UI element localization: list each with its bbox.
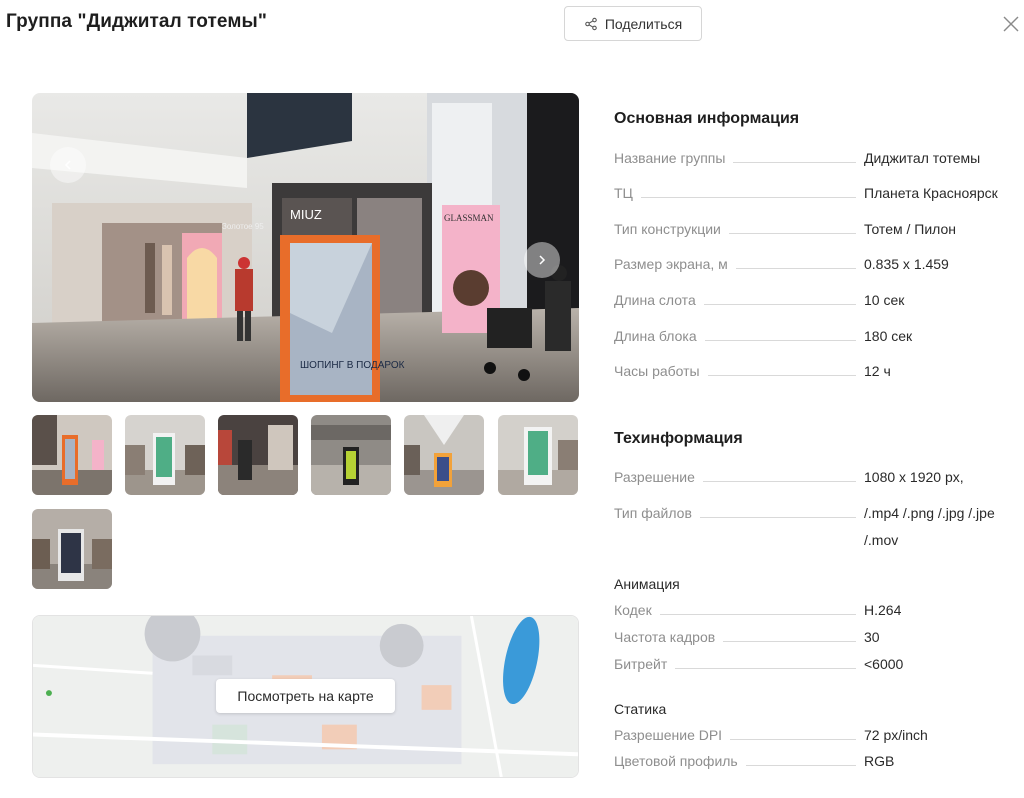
info-value: 72 px/inch [864,727,928,743]
info-label: Частота кадров [614,629,724,645]
info-value: RGB [864,753,895,769]
thumbnail-image [498,415,578,495]
info-row-mall: ТЦ Планета Красноярск [614,185,1024,205]
row-divider [614,197,856,198]
info-row-construction: Тип конструкции Тотем / Пилон [614,221,1024,241]
static-title: Статика [614,701,667,717]
thumbnail-3[interactable] [218,415,298,495]
thumbnail-7[interactable] [32,509,112,589]
thumbnail-1[interactable] [32,415,112,495]
glassman-sign: GLASSMAN [444,213,494,223]
info-label: Название группы [614,150,734,166]
info-value: 10 сек [864,292,905,308]
info-row-bitrate: Битрейт <6000 [614,656,1024,676]
info-label: Цветовой профиль [614,753,746,769]
info-value-continued: /.mov [864,532,899,548]
basic-info-title: Основная информация [614,110,800,127]
thumbnail-5[interactable] [404,415,484,495]
info-label: ТЦ [614,185,641,201]
chevron-left-icon [64,160,71,170]
info-value: Диджитал тотемы [864,150,981,166]
group-details-page: Группа "Диджитал тотемы" Поделиться ШОПИ… [0,0,1024,798]
thumbnail-image [32,509,112,589]
info-row-color-profile: Цветовой профиль RGB [614,753,1024,773]
info-value: <6000 [864,656,904,672]
info-label: Битрейт [614,656,676,672]
info-row-framerate: Частота кадров 30 [614,629,1024,649]
store-sign-gold: Золотое 95 [222,222,264,231]
info-label: Тип конструкции [614,221,729,237]
thumbnail-image [404,415,484,495]
totem-promo-text: ШОПИНГ В ПОДАРОК [300,360,405,371]
info-value: 12 ч [864,363,891,379]
tech-info-title: Техинформация [614,430,743,447]
thumbnail-image [125,415,205,495]
info-row-slot-length: Длина слота 10 сек [614,292,1024,312]
view-on-map-button[interactable]: Посмотреть на карте [216,679,395,713]
info-row-codec: Кодек H.264 [614,602,1024,622]
info-row-working-hours: Часы работы 12 ч [614,363,1024,383]
thumbnail-image [218,415,298,495]
info-value: 180 сек [864,328,913,344]
store-sign-miuz: MIUZ [290,207,322,222]
info-value: Тотем / Пилон [864,221,956,237]
thumbnail-image [32,415,112,495]
info-value: 1080 x 1920 px, [864,469,964,485]
mall-interior-photo: ШОПИНГ В ПОДАРОК GLASSMAN Золотое 95 MIU… [32,93,579,402]
info-panel: Основная информация Название группы Дидж… [614,0,1024,798]
info-label: Разрешение DPI [614,727,731,743]
info-value: Планета Красноярск [864,185,998,201]
page-title: Группа "Диджитал тотемы" [6,11,267,32]
info-row-block-length: Длина блока 180 сек [614,328,1024,348]
info-row-resolution: Разрешение 1080 x 1920 px, [614,469,1024,489]
info-label: Длина блока [614,328,705,344]
thumbnail-image [311,415,391,495]
info-label: Кодек [614,602,660,618]
animation-title: Анимация [614,576,680,592]
photo-next-button[interactable] [524,242,560,278]
info-row-screen-size: Размер экрана, м 0.835 x 1.459 [614,256,1024,276]
info-value: /.mp4 /.png /.jpg /.jpe [864,505,995,521]
photo-prev-button[interactable] [50,147,86,183]
chevron-right-icon [539,255,546,265]
info-row-file-types: Тип файлов /.mp4 /.png /.jpg /.jpe /.mov [614,505,1024,553]
info-label: Размер экрана, м [614,256,736,272]
info-label: Тип файлов [614,505,700,521]
main-photo: ШОПИНГ В ПОДАРОК GLASSMAN Золотое 95 MIU… [32,93,579,402]
thumbnail-6[interactable] [498,415,578,495]
thumbnail-2[interactable] [125,415,205,495]
info-value: H.264 [864,602,902,618]
thumbnail-4[interactable] [311,415,391,495]
info-row-group-name: Название группы Диджитал тотемы [614,150,1024,170]
info-label: Разрешение [614,469,703,485]
info-value: 30 [864,629,880,645]
info-value: 0.835 x 1.459 [864,256,949,272]
info-label: Часы работы [614,363,708,379]
info-label: Длина слота [614,292,704,308]
info-row-dpi: Разрешение DPI 72 px/inch [614,727,1024,747]
share-icon [585,17,597,30]
